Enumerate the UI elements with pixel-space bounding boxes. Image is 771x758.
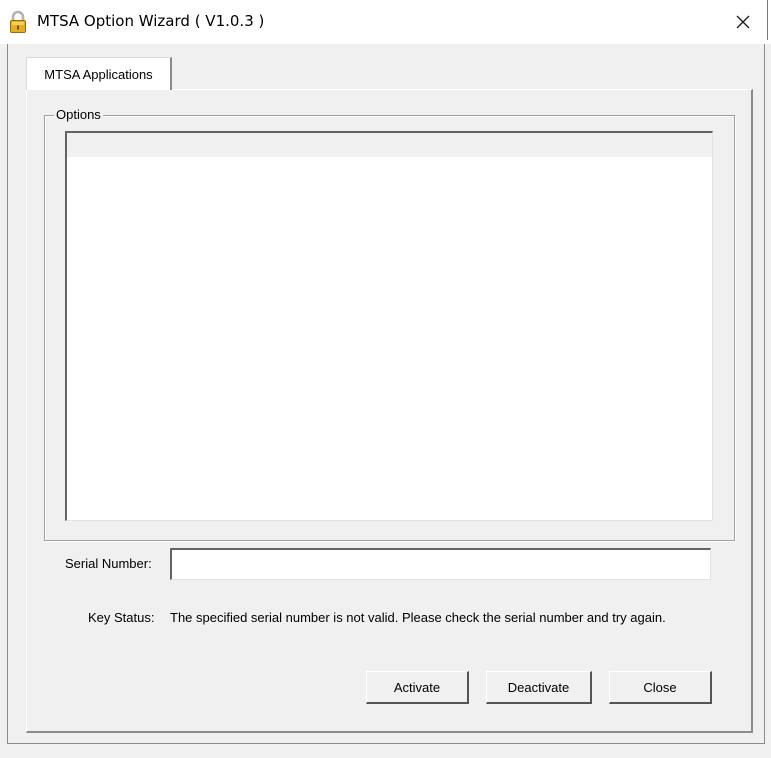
- frame-border-right: [764, 44, 765, 744]
- frame-border-bottom: [7, 743, 765, 744]
- title-bar: MTSA Option Wizard ( V1.0.3 ): [0, 0, 771, 44]
- close-button[interactable]: Close: [609, 671, 712, 704]
- window-edge: [767, 0, 768, 40]
- options-group-label: Options: [54, 106, 103, 123]
- lock-icon: [10, 10, 26, 33]
- window-title: MTSA Option Wizard ( V1.0.3 ): [37, 12, 265, 30]
- tab-label: MTSA Applications: [44, 66, 153, 82]
- serial-number-input[interactable]: [170, 548, 711, 580]
- serial-number-label: Serial Number:: [65, 556, 152, 571]
- options-list[interactable]: [65, 131, 713, 521]
- key-status-message: The specified serial number is not valid…: [170, 610, 666, 625]
- deactivate-button[interactable]: Deactivate: [486, 671, 592, 704]
- key-status-label: Key Status:: [88, 610, 155, 625]
- activate-button[interactable]: Activate: [366, 671, 469, 704]
- close-window-button[interactable]: [724, 6, 762, 38]
- options-list-header: [67, 133, 712, 157]
- tab-mtsa-applications[interactable]: MTSA Applications: [26, 57, 172, 90]
- close-icon: [736, 15, 750, 29]
- frame-border-left: [7, 44, 8, 744]
